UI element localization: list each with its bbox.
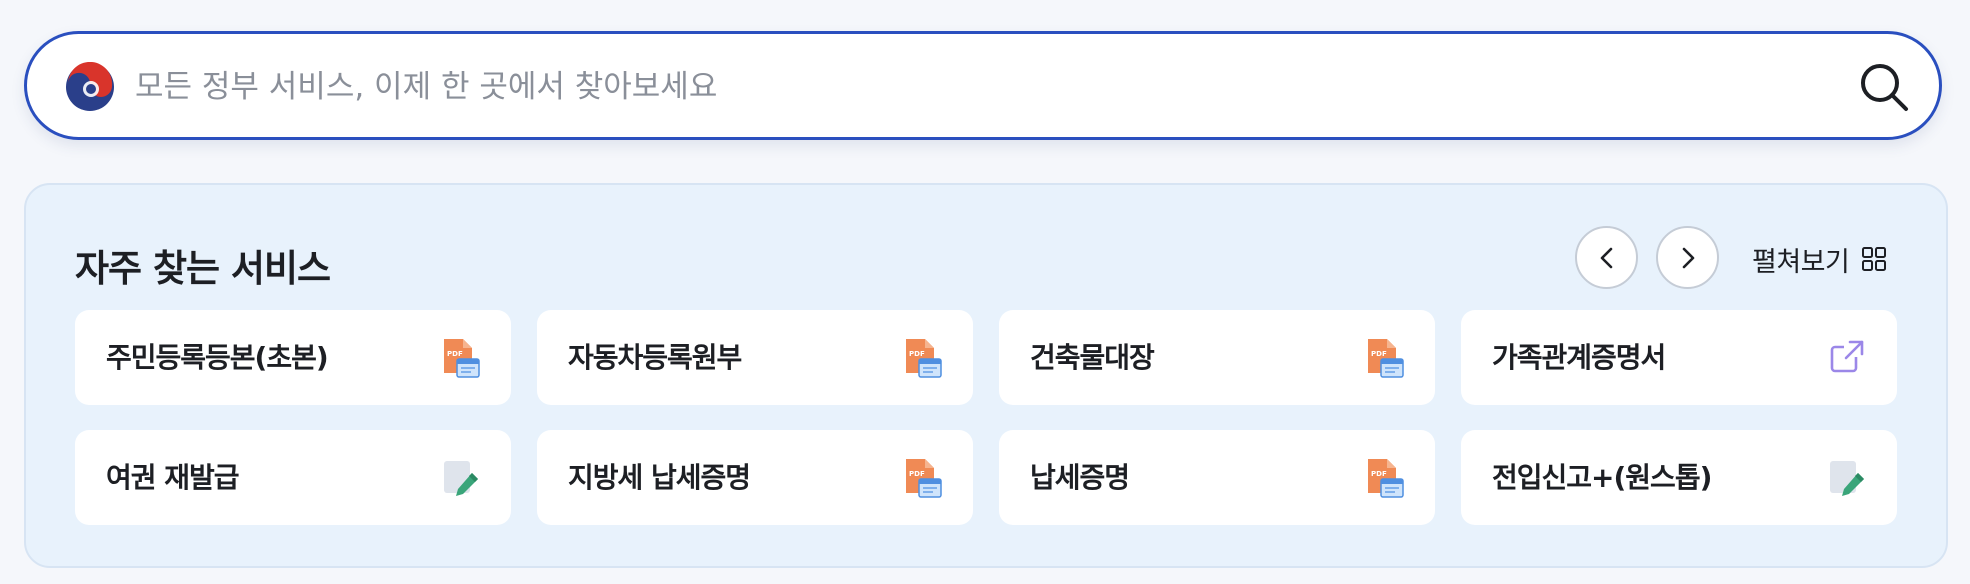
svg-text:PDF: PDF <box>909 350 925 358</box>
service-label: 지방세 납세증명 <box>568 461 751 494</box>
service-label: 주민등록등본(초본) <box>106 341 329 374</box>
pdf-document-icon: PDF <box>903 337 943 379</box>
pdf-document-icon: PDF <box>903 457 943 499</box>
service-card-move-in-report[interactable]: 전입신고+(원스톱) <box>1461 430 1897 525</box>
svg-text:PDF: PDF <box>1371 350 1387 358</box>
service-card-passport-reissue[interactable]: 여권 재발급 <box>75 430 511 525</box>
pdf-document-icon: PDF <box>1365 337 1405 379</box>
grid-icon <box>1862 247 1887 271</box>
service-label: 건축물대장 <box>1030 341 1155 374</box>
svg-text:PDF: PDF <box>447 350 463 358</box>
service-label: 전입신고+(원스톱) <box>1492 461 1712 494</box>
svg-text:PDF: PDF <box>1371 470 1387 478</box>
service-card-local-tax-certificate[interactable]: 지방세 납세증명 PDF <box>537 430 973 525</box>
next-button[interactable] <box>1656 226 1719 289</box>
service-label: 자동차등록원부 <box>568 341 742 374</box>
edit-form-icon <box>441 457 481 499</box>
expand-view-button[interactable]: 펼쳐보기 <box>1752 239 1887 279</box>
edit-form-icon <box>1827 457 1867 499</box>
prev-button[interactable] <box>1575 226 1638 289</box>
chevron-right-icon <box>1682 247 1695 269</box>
service-label: 가족관계증명서 <box>1492 341 1666 374</box>
service-card-family-relation[interactable]: 가족관계증명서 <box>1461 310 1897 405</box>
service-card-tax-certificate[interactable]: 납세증명 PDF <box>999 430 1435 525</box>
svg-text:PDF: PDF <box>909 470 925 478</box>
pdf-document-icon: PDF <box>1365 457 1405 499</box>
section-title: 자주 찾는 서비스 <box>75 247 331 290</box>
chevron-left-icon <box>1600 247 1613 269</box>
search-icon[interactable] <box>1859 62 1911 114</box>
service-card-vehicle-registration[interactable]: 자동차등록원부 PDF <box>537 310 973 405</box>
service-label: 여권 재발급 <box>106 461 240 494</box>
external-link-icon <box>1827 337 1867 379</box>
pdf-document-icon: PDF <box>441 337 481 379</box>
search-bar[interactable] <box>24 31 1942 140</box>
service-label: 납세증명 <box>1030 461 1130 494</box>
search-input[interactable] <box>133 52 1777 122</box>
expand-label: 펼쳐보기 <box>1752 246 1850 278</box>
korea-taegeuk-emblem-icon <box>66 62 114 111</box>
service-card-building-register[interactable]: 건축물대장 PDF <box>999 310 1435 405</box>
frequent-services-panel: 자주 찾는 서비스 펼쳐보기 주민등록등본(초본) PDF 자동차등록원부 PD… <box>24 183 1948 568</box>
service-card-resident-registration[interactable]: 주민등록등본(초본) PDF <box>75 310 511 405</box>
